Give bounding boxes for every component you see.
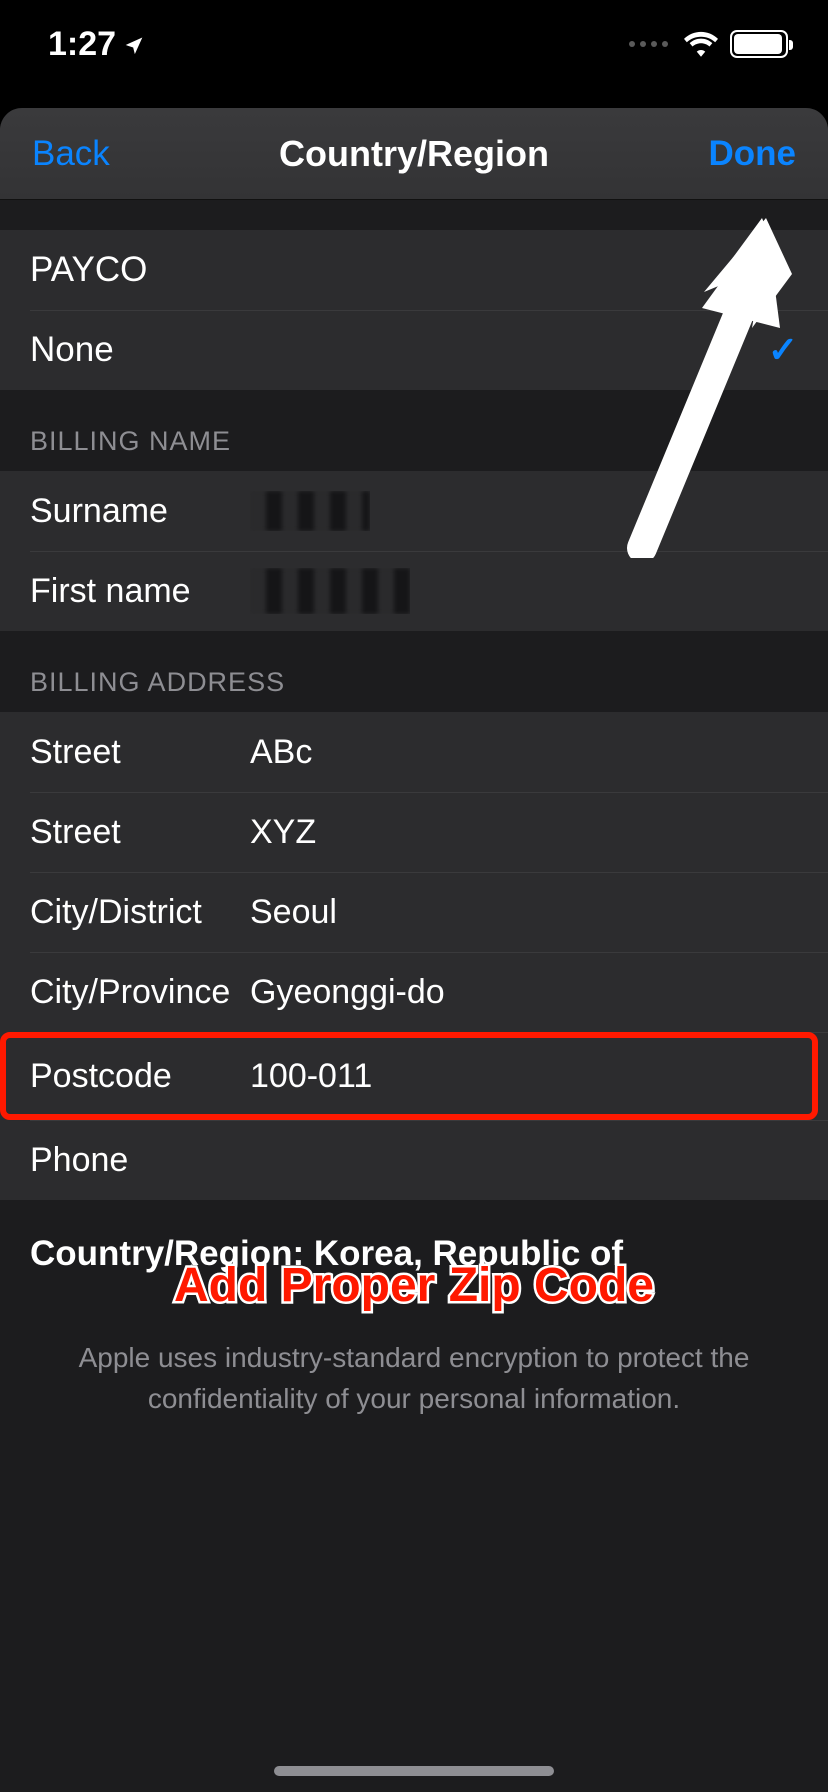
- status-time-group: 1:27: [48, 25, 144, 64]
- postcode-label: Postcode: [30, 1057, 250, 1096]
- city-province-row[interactable]: City/Province Gyeonggi-do: [0, 952, 828, 1032]
- phone-label: Phone: [30, 1141, 250, 1180]
- home-indicator[interactable]: [274, 1766, 554, 1776]
- carrier-dots-icon: [629, 41, 668, 47]
- wifi-icon: [684, 31, 718, 57]
- street2-row[interactable]: Street XYZ: [0, 792, 828, 872]
- status-time: 1:27: [48, 25, 116, 64]
- content-scroll[interactable]: PAYCO None ✓ BILLING NAME Surname First …: [0, 200, 828, 1792]
- city-district-row[interactable]: City/District Seoul: [0, 872, 828, 952]
- footer-note: Apple uses industry-standard encryption …: [0, 1308, 828, 1449]
- payment-option-payco[interactable]: PAYCO: [0, 230, 828, 310]
- billing-name-header: BILLING NAME: [0, 390, 828, 471]
- checkmark-icon: ✓: [768, 329, 798, 371]
- surname-field[interactable]: [250, 491, 798, 531]
- surname-label: Surname: [30, 492, 250, 531]
- payment-option-label: None: [30, 330, 114, 370]
- back-button[interactable]: Back: [32, 134, 110, 174]
- payment-option-label: PAYCO: [30, 250, 147, 290]
- first-name-field[interactable]: [250, 568, 798, 614]
- street2-field[interactable]: XYZ: [250, 813, 798, 852]
- postcode-row[interactable]: Postcode 100-011: [0, 1032, 828, 1120]
- settings-sheet: Back Country/Region Done PAYCO None ✓ BI…: [0, 108, 828, 1792]
- billing-address-group: Street ABc Street XYZ City/District Seou…: [0, 712, 828, 1200]
- city-province-field[interactable]: Gyeonggi-do: [250, 973, 798, 1012]
- surname-row[interactable]: Surname: [0, 471, 828, 551]
- country-region-text: Country/Region: Korea, Republic of: [0, 1200, 828, 1308]
- status-right: [629, 30, 788, 58]
- street1-field[interactable]: ABc: [250, 733, 798, 772]
- city-province-label: City/Province: [30, 973, 250, 1012]
- first-name-label: First name: [30, 572, 250, 611]
- battery-icon: [730, 30, 788, 58]
- page-title: Country/Region: [0, 133, 828, 175]
- postcode-field[interactable]: 100-011: [250, 1057, 798, 1096]
- phone-row[interactable]: Phone: [0, 1120, 828, 1200]
- street1-row[interactable]: Street ABc: [0, 712, 828, 792]
- city-district-label: City/District: [30, 893, 250, 932]
- location-arrow-icon: [124, 25, 144, 64]
- status-bar: 1:27: [0, 0, 828, 88]
- billing-address-header: BILLING ADDRESS: [0, 631, 828, 712]
- billing-name-group: Surname First name: [0, 471, 828, 631]
- nav-bar: Back Country/Region Done: [0, 108, 828, 200]
- street2-label: Street: [30, 813, 250, 852]
- payment-option-none[interactable]: None ✓: [0, 310, 828, 390]
- city-district-field[interactable]: Seoul: [250, 893, 798, 932]
- first-name-row[interactable]: First name: [0, 551, 828, 631]
- payment-method-group: PAYCO None ✓: [0, 230, 828, 390]
- street1-label: Street: [30, 733, 250, 772]
- done-button[interactable]: Done: [709, 134, 797, 174]
